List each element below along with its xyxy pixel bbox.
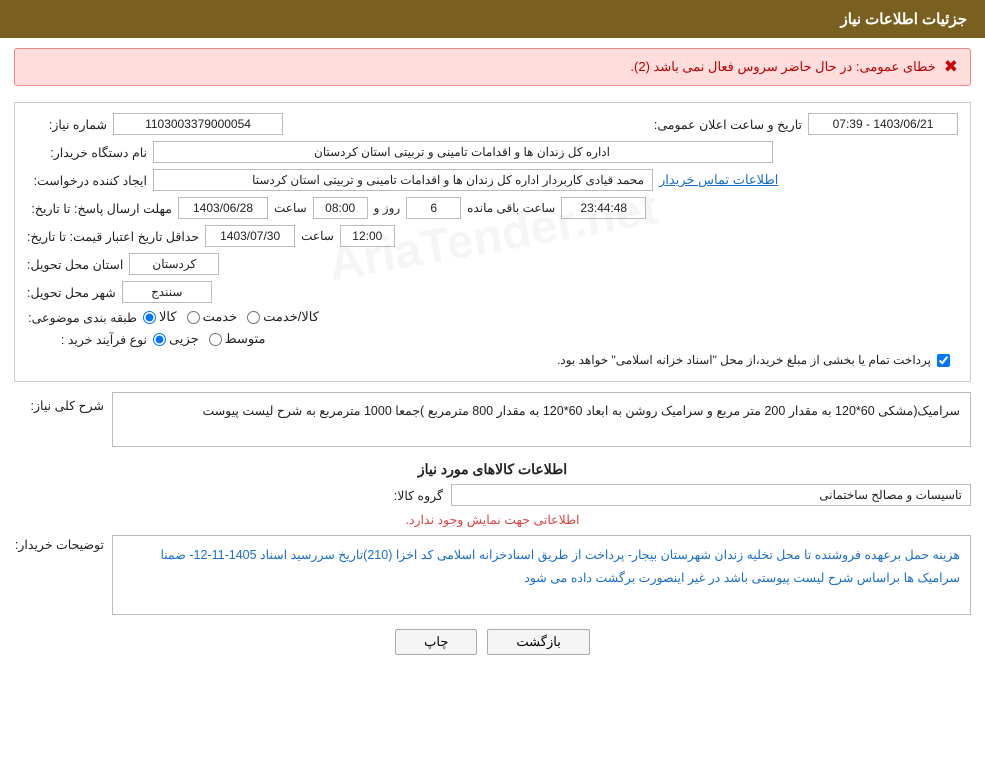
row-ijad-konande: اطلاعات تماس خریدار محمد قیادی کاربردار … [27, 169, 958, 191]
ijad-konande-label: ایجاد کننده درخواست: [27, 173, 147, 188]
kala-info-title: اطلاعات کالاهای مورد نیاز [14, 461, 971, 478]
error-icon: ✖ [944, 57, 958, 77]
radio-kala-input[interactable] [143, 311, 156, 324]
ostan-label: استان محل تحویل: [27, 257, 123, 272]
buyer-desc-box: هزینه حمل برعهده فروشنده تا محل تخلیه زن… [112, 535, 971, 615]
nam-dastgah-field: اداره کل زندان ها و اقدامات تامینی و ترب… [153, 141, 773, 163]
goroh-kala-field: تاسیسات و مصالح ساختمانی [451, 484, 971, 506]
tarikh-elan-label: تاریخ و ساعت اعلان عمومی: [654, 117, 802, 132]
farayand-radio-group: متوسط جزیی [153, 331, 266, 347]
sharh-value-box: سرامیک(مشکی 60*120 به مقدار 200 متر مربع… [112, 392, 971, 447]
khedmat-label: خدمت [203, 309, 238, 325]
buttons-row: چاپ بازگشت [14, 629, 971, 655]
row-pardakht: پرداخت تمام یا بخشی از مبلغ خرید،از محل … [27, 353, 958, 367]
hadaqal-time-field: 12:00 [340, 225, 395, 247]
shomare-niaz-label: شماره نیاز: [27, 117, 107, 132]
shahr-field: سنندج [122, 281, 212, 303]
error-message: خطای عمومی: در حال حاضر سروس فعال نمی با… [630, 59, 935, 75]
radio-kala-khedmat-input[interactable] [247, 311, 260, 324]
buyer-desc-label: توضیحات خریدار: [14, 535, 104, 552]
radio-kala-khedmat[interactable]: کالا/خدمت [247, 309, 319, 325]
info-section: AriaTender.net 1403/06/21 - 07:39 تاریخ … [14, 102, 971, 382]
row-shomare-tarikh: 1403/06/21 - 07:39 تاریخ و ساعت اعلان عم… [27, 113, 958, 135]
page-header: جزئیات اطلاعات نیاز [0, 0, 985, 38]
mohlat-days-field: 6 [406, 197, 461, 219]
tarikh-elan-field: 1403/06/21 - 07:39 [808, 113, 958, 135]
radio-khedmat-input[interactable] [187, 311, 200, 324]
radio-jozii[interactable]: جزیی [153, 331, 199, 347]
mohlat-label: مهلت ارسال پاسخ: تا تاریخ: [27, 201, 172, 216]
row-shahr: سنندج شهر محل تحویل: [27, 281, 958, 303]
row-mohlat: 23:44:48 ساعت باقی مانده 6 روز و 08:00 س… [27, 197, 958, 219]
ijad-konande-field: محمد قیادی کاربردار اداره کل زندان ها و … [153, 169, 653, 191]
no-info-text: اطلاعاتی جهت نمایش وجود ندارد. [14, 512, 971, 527]
mohlat-time-field: 08:00 [313, 197, 368, 219]
kala-label: کالا [159, 309, 177, 325]
noe-farayand-label: نوع فرآیند خرید : [27, 332, 147, 347]
sahat-label2: ساعت [274, 201, 307, 215]
goods-section: تاسیسات و مصالح ساختمانی گروه کالا: اطلا… [14, 484, 971, 527]
print-button[interactable]: چاپ [395, 629, 477, 655]
hadaqal-label: حداقل تاریخ اعتبار قیمت: تا تاریخ: [27, 229, 199, 244]
tamas-kharidad-link[interactable]: اطلاعات تماس خریدار [659, 172, 778, 188]
header-title: جزئیات اطلاعات نیاز [841, 11, 968, 28]
pardakht-label: پرداخت تمام یا بخشی از مبلغ خرید،از محل … [557, 353, 931, 367]
row-hadaqal: 12:00 ساعت 1403/07/30 حداقل تاریخ اعتبار… [27, 225, 958, 247]
sahat-baqi-label: ساعت باقی مانده [467, 201, 555, 215]
ostan-field: کردستان [129, 253, 219, 275]
error-bar: ✖ خطای عمومی: در حال حاضر سروس فعال نمی … [14, 48, 971, 86]
back-button[interactable]: بازگشت [487, 629, 589, 655]
roz-va-label: روز و [374, 201, 401, 215]
radio-motavasset-input[interactable] [209, 333, 222, 346]
sahat-label3: ساعت [301, 229, 334, 243]
mohlat-remaining-field: 23:44:48 [561, 197, 646, 219]
row-ostan: کردستان استان محل تحویل: [27, 253, 958, 275]
sharh-label: شرح کلی نیاز: [14, 392, 104, 413]
tabaqe-label: طبقه بندی موضوعی: [27, 310, 137, 325]
kala-khedmat-label: کالا/خدمت [263, 309, 319, 325]
radio-jozii-input[interactable] [153, 333, 166, 346]
shomare-niaz-field: 1103003379000054 [113, 113, 283, 135]
hadaqal-date-field: 1403/07/30 [205, 225, 295, 247]
pardakht-checkbox[interactable] [937, 354, 950, 367]
tabaqe-radio-group: کالا/خدمت خدمت کالا [143, 309, 319, 325]
mohlat-date-field: 1403/06/28 [178, 197, 268, 219]
motavasset-label: متوسط [225, 331, 266, 347]
buyer-desc-row: هزینه حمل برعهده فروشنده تا محل تخلیه زن… [14, 535, 971, 615]
radio-motavasset[interactable]: متوسط [209, 331, 266, 347]
row-noe-farayand: متوسط جزیی نوع فرآیند خرید : [27, 331, 958, 347]
sharh-section: سرامیک(مشکی 60*120 به مقدار 200 متر مربع… [14, 392, 971, 453]
radio-khedmat[interactable]: خدمت [187, 309, 238, 325]
nam-dastgah-label: نام دستگاه خریدار: [27, 145, 147, 160]
shahr-label: شهر محل تحویل: [27, 285, 116, 300]
radio-kala[interactable]: کالا [143, 309, 177, 325]
row-tabaqe: کالا/خدمت خدمت کالا طبقه بندی موضوعی: [27, 309, 958, 325]
row-nam-dastgah: اداره کل زندان ها و اقدامات تامینی و ترب… [27, 141, 958, 163]
goroh-kala-row: تاسیسات و مصالح ساختمانی گروه کالا: [14, 484, 971, 506]
jozii-label: جزیی [169, 331, 199, 347]
goroh-kala-label: گروه کالا: [363, 488, 443, 503]
